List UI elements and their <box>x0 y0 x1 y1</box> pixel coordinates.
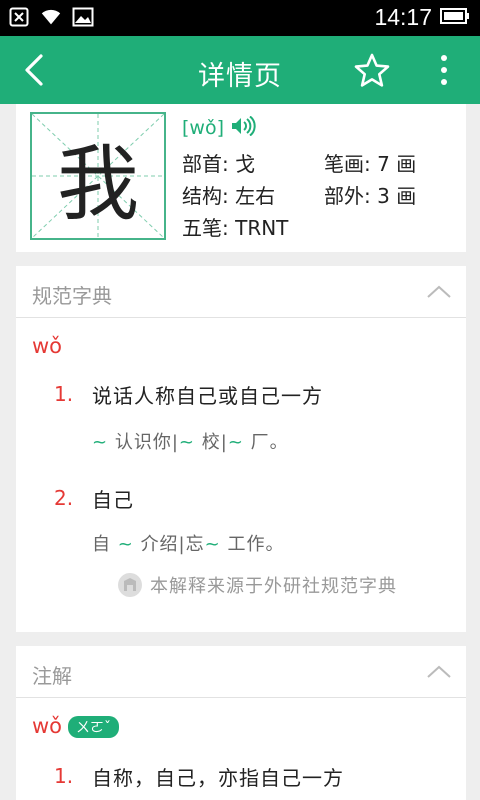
source-note: 本解释来源于外研社规范字典 <box>116 572 397 598</box>
radical-value: 戈 <box>235 152 256 176</box>
definition-number: 2. <box>54 486 74 510</box>
notes-pinyin: wǒ <box>32 714 63 738</box>
strokes-field: 笔画: 7 画 <box>324 152 417 176</box>
definition-number: 1. <box>54 382 74 406</box>
page-title: 详情页 <box>198 61 282 92</box>
outer-strokes-value: 3 画 <box>377 184 417 208</box>
publisher-logo-icon <box>118 573 142 597</box>
star-icon <box>354 53 390 87</box>
structure-value: 左右 <box>235 184 276 208</box>
more-vert-icon <box>441 55 447 85</box>
status-bar: 14:17 <box>0 0 480 36</box>
chevron-up-icon[interactable] <box>426 660 452 684</box>
structure-field: 结构: 左右 <box>182 184 276 208</box>
definition-text: 自己 <box>92 488 134 512</box>
notes-section-header[interactable]: 注解 <box>16 646 466 698</box>
zhuyin-badge: ㄨㄛˇ <box>68 716 120 738</box>
dictionary-section-title: 规范字典 <box>32 284 112 308</box>
source-text: 本解释来源于外研社规范字典 <box>150 576 397 597</box>
radical-field: 部首: 戈 <box>182 152 256 176</box>
chevron-up-icon[interactable] <box>426 280 452 304</box>
favorite-button[interactable] <box>352 50 392 90</box>
more-options-button[interactable] <box>424 50 464 90</box>
definition-text: 自称，自己，亦指自己一方 <box>92 766 344 790</box>
notes-pinyin-row: wǒ ㄨㄛˇ <box>32 714 120 738</box>
definition-example: 自 ~ 介绍|忘~ 工作。 <box>92 534 285 555</box>
app-bar: 详情页 <box>0 36 480 104</box>
character-pinyin: [wǒ] <box>182 117 224 139</box>
strokes-value: 7 画 <box>377 152 417 176</box>
character-card: 我 [wǒ] 部首: 戈 笔画: 7 画 结构: 左右 部外: 3 画 五笔: … <box>16 104 466 252</box>
wubi-field: 五笔: TRNT <box>182 216 289 240</box>
dictionary-section-header[interactable]: 规范字典 <box>16 266 466 318</box>
outer-strokes-field: 部外: 3 画 <box>324 184 417 208</box>
definition-text: 说话人称自己或自己一方 <box>92 384 323 408</box>
character-grid: 我 <box>30 112 166 240</box>
image-icon <box>72 6 94 28</box>
notes-section: 注解 wǒ ㄨㄛˇ 1. 自称，自己，亦指自己一方 <box>16 646 466 800</box>
wubi-value: TRNT <box>235 216 289 240</box>
wifi-icon <box>40 6 62 28</box>
character-glyph: 我 <box>56 136 139 232</box>
dictionary-pinyin: wǒ <box>32 334 63 358</box>
clock: 14:17 <box>374 4 432 30</box>
speaker-icon[interactable] <box>230 115 256 140</box>
notes-section-title: 注解 <box>32 664 72 688</box>
definition-number: 1. <box>54 764 74 788</box>
close-box-icon <box>8 6 30 28</box>
dictionary-section: 规范字典 wǒ 1. 说话人称自己或自己一方 ~ 认识你|~ 校|~ 厂。 2.… <box>16 266 466 632</box>
definition-example: ~ 认识你|~ 校|~ 厂。 <box>92 432 289 453</box>
battery-icon <box>440 6 470 30</box>
